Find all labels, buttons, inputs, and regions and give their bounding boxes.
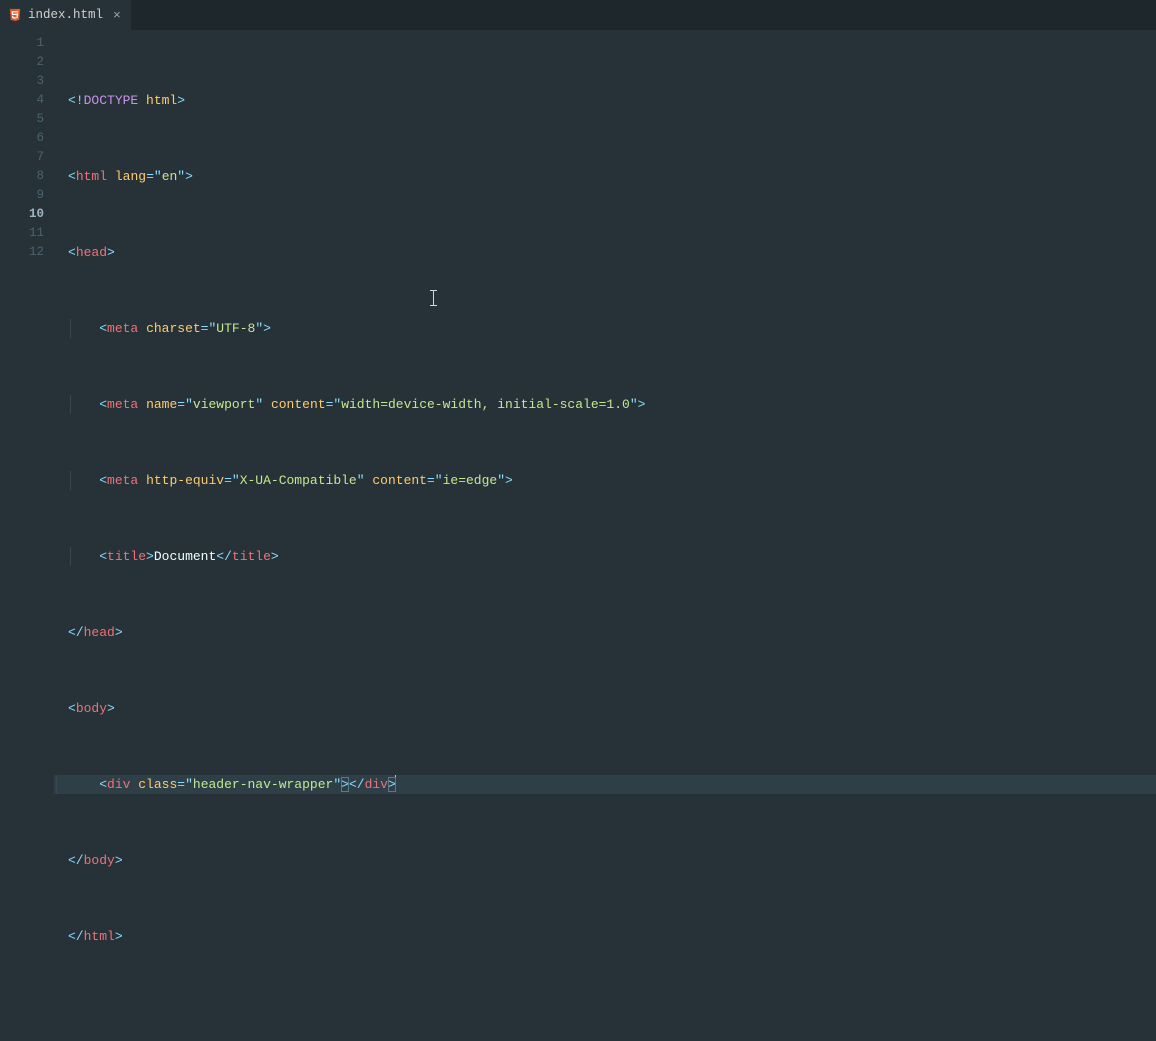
line-number: 4 [0,91,44,110]
code-line[interactable]: </html> [68,927,1156,946]
bracket-match: > [341,777,349,792]
attr: html [146,93,177,108]
code-line[interactable]: <title>Document</title> [68,547,1156,566]
editor: 1 2 3 4 5 6 7 8 9 10 11 12 <!DOCTYPE htm… [0,30,1156,717]
code-line[interactable]: </body> [68,851,1156,870]
code-line[interactable]: <meta name="viewport" content="width=dev… [68,395,1156,414]
tab-index-html[interactable]: index.html × [0,0,131,30]
indent-guide [70,395,71,414]
indent-guide [56,775,57,794]
line-number: 10 [0,205,44,224]
indent-guide [70,319,71,338]
tab-filename: index.html [28,8,103,22]
line-number: 2 [0,53,44,72]
line-number: 11 [0,224,44,243]
code-line[interactable]: <head> [68,243,1156,262]
close-icon[interactable]: × [109,8,121,23]
code-line[interactable]: <!DOCTYPE html> [68,91,1156,110]
code-area[interactable]: <!DOCTYPE html> <html lang="en"> <head> … [54,30,1156,717]
punct: > [177,93,185,108]
text-cursor [395,775,396,790]
html5-icon [8,8,22,22]
line-number: 6 [0,129,44,148]
line-number: 5 [0,110,44,129]
doctype: DOCTYPE [84,93,139,108]
indent-guide [70,547,71,566]
code-line[interactable]: <html lang="en"> [68,167,1156,186]
line-number: 9 [0,186,44,205]
code-line-active[interactable]: <div class="header-nav-wrapper"></div> [54,775,1156,794]
line-number: 12 [0,243,44,262]
indent-guide [70,471,71,490]
code-line[interactable]: <meta charset="UTF-8"> [68,319,1156,338]
code-line[interactable]: <body> [68,699,1156,718]
line-number: 7 [0,148,44,167]
tab-bar: index.html × [0,0,1156,30]
line-number-gutter: 1 2 3 4 5 6 7 8 9 10 11 12 [0,30,54,717]
mouse-ibeam-cursor-icon [430,290,437,306]
line-number: 1 [0,34,44,53]
line-number: 8 [0,167,44,186]
code-line[interactable]: <meta http-equiv="X-UA-Compatible" conte… [68,471,1156,490]
punct: <! [68,93,84,108]
code-line[interactable]: </head> [68,623,1156,642]
line-number: 3 [0,72,44,91]
